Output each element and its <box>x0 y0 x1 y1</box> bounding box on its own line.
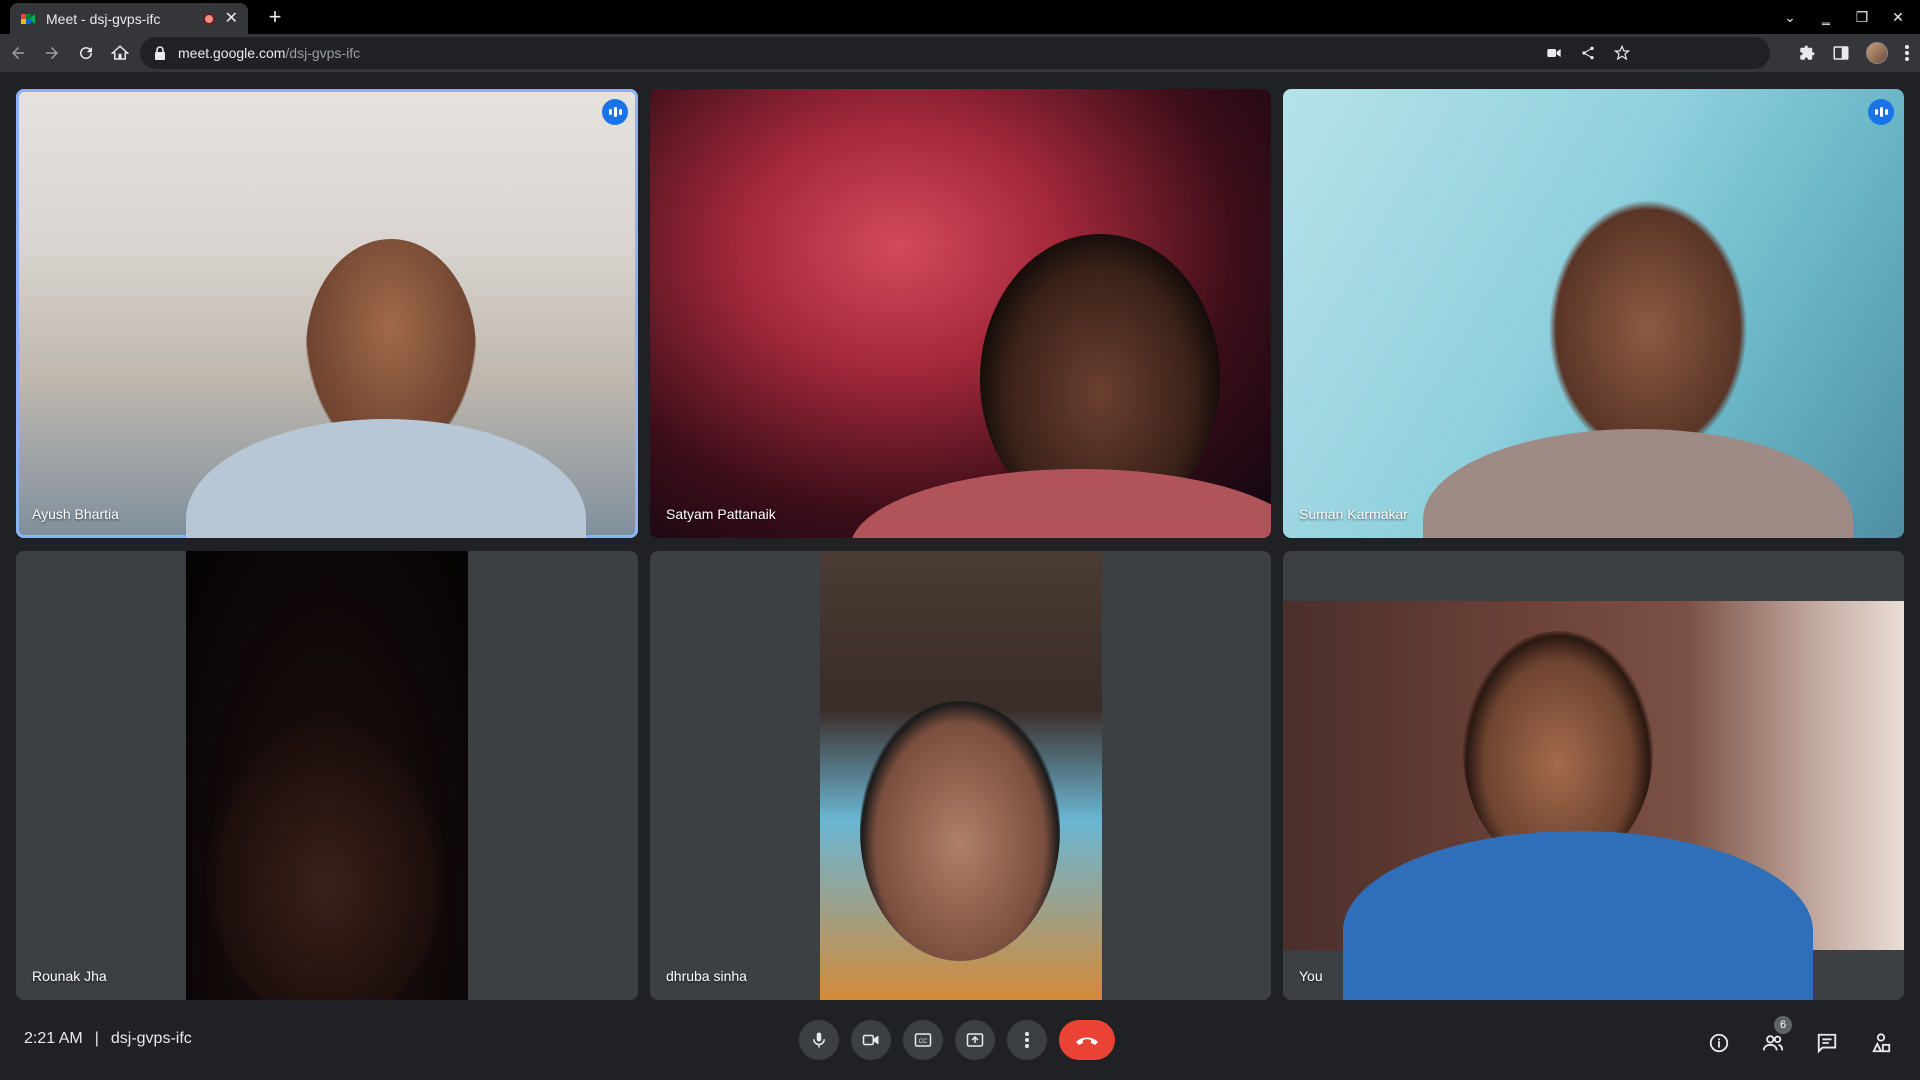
participant-name: Satyam Pattanaik <box>666 506 776 522</box>
new-tab-button[interactable]: + <box>262 4 288 30</box>
profile-avatar[interactable] <box>1866 42 1888 64</box>
video-feed <box>1283 601 1904 1000</box>
video-feed <box>820 551 1102 1000</box>
window-close-icon[interactable]: ✕ <box>1890 9 1906 26</box>
reload-icon <box>80 47 93 60</box>
participant-name: dhruba sinha <box>666 968 747 984</box>
speaking-indicator-icon <box>1868 99 1894 125</box>
end-call-button[interactable] <box>1059 1020 1115 1060</box>
end-call-icon <box>1076 1037 1098 1045</box>
share-icon[interactable] <box>1580 45 1596 61</box>
participant-name: You <box>1299 968 1323 984</box>
present-button[interactable] <box>955 1020 995 1060</box>
participant-tile[interactable]: Satyam Pattanaik <box>650 89 1271 538</box>
address-bar[interactable]: meet.google.com/dsj-gvps-ifc <box>140 37 1770 69</box>
close-icon[interactable]: ✕ <box>225 10 238 27</box>
plus-icon: + <box>268 4 282 29</box>
side-panel-controls: 6 <box>1704 1016 1896 1058</box>
participant-body <box>186 419 586 538</box>
participant-body <box>850 469 1271 538</box>
speaking-indicator-icon <box>602 99 628 125</box>
activities-icon <box>1872 1033 1891 1053</box>
tab-search-icon[interactable]: ⌄ <box>1782 9 1798 26</box>
participant-figure <box>860 701 1060 961</box>
svg-text:CC: CC <box>919 1039 928 1045</box>
participant-body <box>1343 831 1813 1000</box>
captions-icon: CC <box>914 1033 932 1047</box>
clock: 2:21 AM <box>24 1030 83 1047</box>
recording-dot-icon <box>202 12 215 25</box>
meet-favicon-icon <box>21 13 35 24</box>
meeting-code: dsj-gvps-ifc <box>110 1030 192 1047</box>
url-host: meet.google.com <box>178 45 286 61</box>
video-feed <box>1283 89 1904 538</box>
camera-icon[interactable] <box>1546 45 1562 61</box>
divider: | <box>94 1030 99 1047</box>
participant-tile[interactable]: You <box>1283 551 1904 1000</box>
home-icon <box>111 45 129 60</box>
camera-icon <box>862 1034 879 1046</box>
participant-figure <box>206 721 446 1000</box>
forward-icon <box>46 47 58 59</box>
participant-figure <box>1548 199 1748 459</box>
back-button[interactable] <box>2 37 34 69</box>
tab-title: Meet - dsj-gvps-ifc <box>46 10 161 27</box>
url-path: /dsj-gvps-ifc <box>285 45 361 61</box>
meeting-control-bar: 2:21 AM | dsj-gvps-ifc CC 6 <box>0 1008 1920 1080</box>
sidepanel-icon[interactable] <box>1832 44 1850 62</box>
participant-name: Suman Karmakar <box>1299 506 1408 522</box>
people-icon <box>1762 1035 1784 1051</box>
participant-name: Ayush Bhartia <box>32 506 119 522</box>
mic-icon <box>813 1032 825 1048</box>
participant-tile[interactable]: Rounak Jha <box>16 551 638 1000</box>
omnibox-actions <box>1546 37 1630 69</box>
camera-button[interactable] <box>851 1020 891 1060</box>
chat-icon <box>1817 1033 1837 1054</box>
video-feed <box>16 89 638 538</box>
participant-tile[interactable]: dhruba sinha <box>650 551 1271 1000</box>
back-icon <box>12 47 24 59</box>
forward-button[interactable] <box>36 37 68 69</box>
call-controls: CC <box>799 1020 1115 1060</box>
participant-body <box>1423 429 1853 538</box>
window-controls: ⌄ ‗ ❐ ✕ <box>1782 4 1906 30</box>
chat-button[interactable] <box>1812 1028 1842 1058</box>
activities-button[interactable] <box>1866 1028 1896 1058</box>
meeting-info: 2:21 AM | dsj-gvps-ifc <box>24 1030 192 1048</box>
browser-tab-strip: Meet - dsj-gvps-ifc ✕ + ⌄ ‗ ❐ ✕ <box>0 0 1920 34</box>
video-feed <box>186 551 468 1000</box>
participant-tile[interactable]: Ayush Bhartia <box>16 89 638 538</box>
toolbar-right <box>1798 37 1910 69</box>
minimize-icon[interactable]: ‗ <box>1818 9 1834 25</box>
more-options-button[interactable] <box>1007 1020 1047 1060</box>
restore-icon[interactable]: ❐ <box>1854 9 1870 26</box>
participant-tile[interactable]: Suman Karmakar <box>1283 89 1904 538</box>
captions-button[interactable]: CC <box>903 1020 943 1060</box>
lock-icon <box>155 46 165 60</box>
video-feed <box>650 89 1271 538</box>
present-icon <box>966 1033 984 1047</box>
menu-icon[interactable] <box>1904 44 1910 62</box>
extensions-icon[interactable] <box>1798 44 1816 62</box>
meeting-details-button[interactable] <box>1704 1028 1734 1058</box>
reload-button[interactable] <box>70 37 102 69</box>
people-button[interactable]: 6 <box>1758 1016 1792 1058</box>
star-icon[interactable] <box>1614 45 1630 61</box>
browser-toolbar: meet.google.com/dsj-gvps-ifc <box>0 34 1920 72</box>
home-button[interactable] <box>104 37 136 69</box>
mic-button[interactable] <box>799 1020 839 1060</box>
info-icon <box>1709 1033 1729 1053</box>
participant-count-badge: 6 <box>1774 1016 1792 1034</box>
participant-name: Rounak Jha <box>32 968 107 984</box>
browser-tab[interactable]: Meet - dsj-gvps-ifc ✕ <box>10 3 248 34</box>
more-options-icon <box>1025 1032 1029 1048</box>
